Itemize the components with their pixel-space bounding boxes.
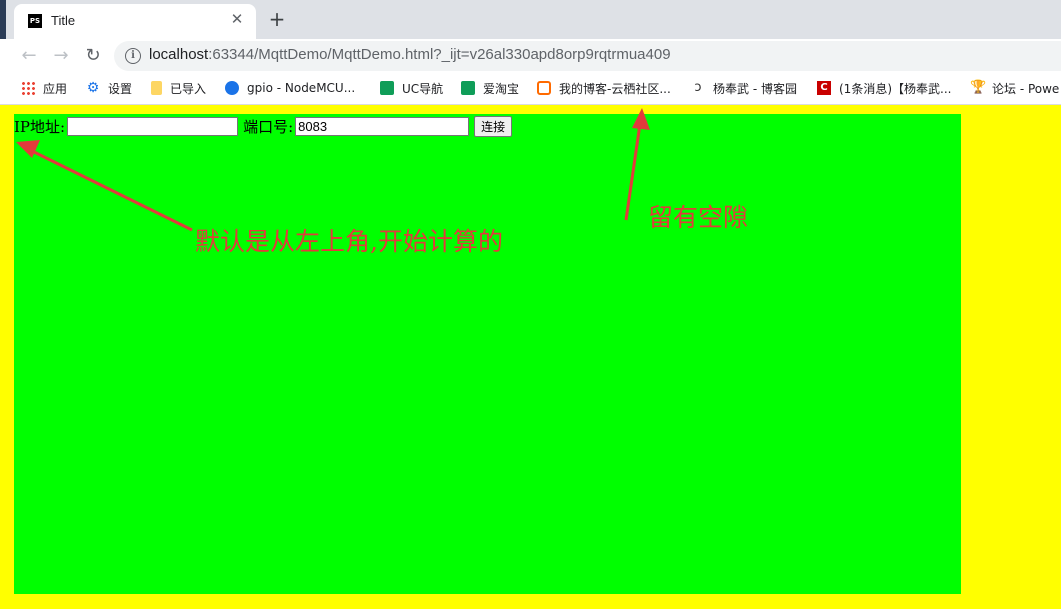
url-rest: :63344/MqttDemo/MqttDemo.html?_ijt=v26al… (208, 46, 671, 63)
tab-strip: PS Title ✕ + (0, 0, 1061, 70)
bookmark-label: 应用 (43, 81, 68, 96)
browser-tab[interactable]: PS Title ✕ (14, 4, 256, 39)
annotation-top-left: 默认是从左上角,开始计算的 (195, 227, 503, 256)
browser-toolbar: ← → ↻ i localhost:63344/MqttDemo/MqttDem… (0, 39, 1061, 72)
gear-icon: ⚙ (86, 80, 100, 96)
ip-label: IP地址: (14, 118, 66, 136)
bookmark-apps[interactable]: 应用 (21, 79, 67, 97)
apps-icon (21, 81, 35, 95)
aliyun-icon (537, 81, 551, 95)
connection-form: IP地址: 端口号: 连接 (14, 116, 513, 137)
bookmark-label: 爱淘宝 (483, 81, 520, 96)
bookmark-label: 杨奉武 - 博客园 (713, 81, 797, 96)
csdn-icon: C (817, 81, 831, 95)
bookmark-aliyun[interactable]: 我的博客-云栖社区... (537, 79, 671, 97)
bookmark-label: (1条消息)【杨奉武... (839, 81, 952, 96)
bookmark-label: 论坛 - Powe (992, 81, 1060, 96)
tab-favicon-icon: PS (28, 14, 42, 28)
bookmark-taobao[interactable]: 爱淘宝 (461, 79, 519, 97)
bookmark-csdn[interactable]: C (1条消息)【杨奉武... (817, 79, 951, 97)
page-viewport: IP地址: 端口号: 连接 (0, 105, 1061, 609)
back-arrow-icon[interactable]: ← (17, 44, 41, 68)
trophy-icon: 🏆 (970, 80, 987, 95)
bookmark-settings[interactable]: ⚙ 设置 (86, 79, 132, 97)
port-label: 端口号: (243, 118, 294, 136)
bookmark-imported[interactable]: 已导入 (151, 79, 206, 97)
bookmark-label: 我的博客-云栖社区... (559, 81, 671, 96)
address-bar[interactable]: i localhost:63344/MqttDemo/MqttDemo.html… (114, 41, 1061, 71)
close-tab-icon[interactable]: ✕ (228, 10, 246, 28)
tab-title: Title (51, 13, 76, 28)
port-input[interactable] (295, 117, 470, 136)
taobao-icon (461, 81, 475, 95)
forward-arrow-icon[interactable]: → (49, 44, 73, 68)
new-tab-button[interactable]: + (266, 8, 288, 30)
url-text[interactable]: localhost:63344/MqttDemo/MqttDemo.html?_… (149, 46, 671, 63)
folder-icon (151, 81, 162, 95)
globe-icon (225, 81, 239, 95)
url-host: localhost (149, 46, 209, 63)
uc-icon (380, 81, 394, 95)
bookmark-forum[interactable]: 🏆 论坛 - Powe (970, 79, 1059, 97)
bookmark-label: 设置 (108, 81, 133, 96)
green-container: IP地址: 端口号: 连接 (14, 114, 961, 594)
bookmark-gpio[interactable]: gpio - NodeMCU... (225, 79, 355, 97)
bookmark-cnblogs[interactable]: ↄ 杨奉武 - 博客园 (691, 79, 797, 97)
bookmark-label: gpio - NodeMCU... (247, 81, 356, 95)
bookmark-uc[interactable]: UC导航 (380, 79, 443, 97)
bookmark-label: UC导航 (402, 81, 444, 96)
ip-input[interactable] (67, 117, 239, 136)
reload-icon[interactable]: ↻ (81, 44, 105, 68)
connect-button[interactable]: 连接 (474, 116, 513, 137)
info-icon[interactable]: i (125, 48, 141, 64)
bookmark-label: 已导入 (170, 81, 207, 96)
cnblogs-icon: ↄ (694, 80, 702, 95)
bookmarks-bar: 应用 ⚙ 设置 已导入 gpio - NodeMCU... UC导航 爱淘宝 我… (0, 72, 1061, 105)
annotation-gap: 留有空隙 (648, 203, 749, 232)
